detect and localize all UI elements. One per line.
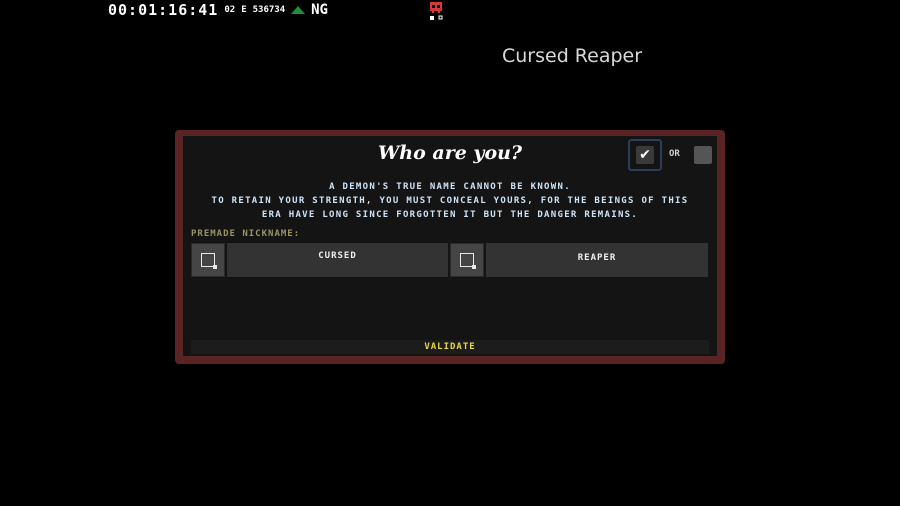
second-name-field[interactable]: REAPER — [486, 243, 708, 277]
first-name-field[interactable]: CURSED — [227, 243, 448, 277]
validate-button[interactable]: VALIDATE — [191, 340, 709, 354]
premade-nickname-label: PREMADE NICKNAME: — [191, 229, 301, 239]
reroll-icon — [201, 253, 217, 269]
check-icon: ✔ — [636, 146, 654, 164]
reroll-second-name-button[interactable] — [450, 243, 484, 277]
currency-label: E — [241, 5, 247, 15]
custom-name-checkbox[interactable]: ✔ — [628, 139, 662, 171]
nickname-row: CURSED REAPER — [191, 243, 708, 277]
skull-icon — [430, 2, 443, 20]
new-game-mode: NG — [311, 2, 328, 18]
reroll-icon — [460, 253, 476, 269]
or-label: OR — [669, 149, 680, 159]
dialog-description: A DEMON'S TRUE NAME CANNOT BE KNOWN. TO … — [183, 180, 717, 222]
dialog-panel: Who are you? ✔ OR A DEMON'S TRUE NAME CA… — [183, 136, 717, 356]
hud-bar: 00:01:16:41 02 E 536734 NG — [108, 1, 328, 19]
currency-value: 536734 — [252, 5, 286, 15]
name-dialog: Who are you? ✔ OR A DEMON'S TRUE NAME CA… — [175, 130, 725, 364]
description-line: TO RETAIN YOUR STRENGTH, YOU MUST CONCEA… — [211, 196, 689, 206]
premade-name-checkbox[interactable] — [694, 146, 712, 164]
run-timer: 00:01:16:41 — [108, 1, 219, 19]
up-arrow-icon — [291, 5, 306, 14]
game-screen: 00:01:16:41 02 E 536734 NG Cursed Reaper… — [0, 0, 900, 506]
description-line: A DEMON'S TRUE NAME CANNOT BE KNOWN. — [329, 182, 571, 192]
level-number: 02 — [224, 5, 236, 15]
description-line: ERA HAVE LONG SINCE FORGOTTEN IT BUT THE… — [261, 210, 639, 220]
player-name-display: Cursed Reaper — [502, 45, 643, 67]
reroll-first-name-button[interactable] — [191, 243, 225, 277]
